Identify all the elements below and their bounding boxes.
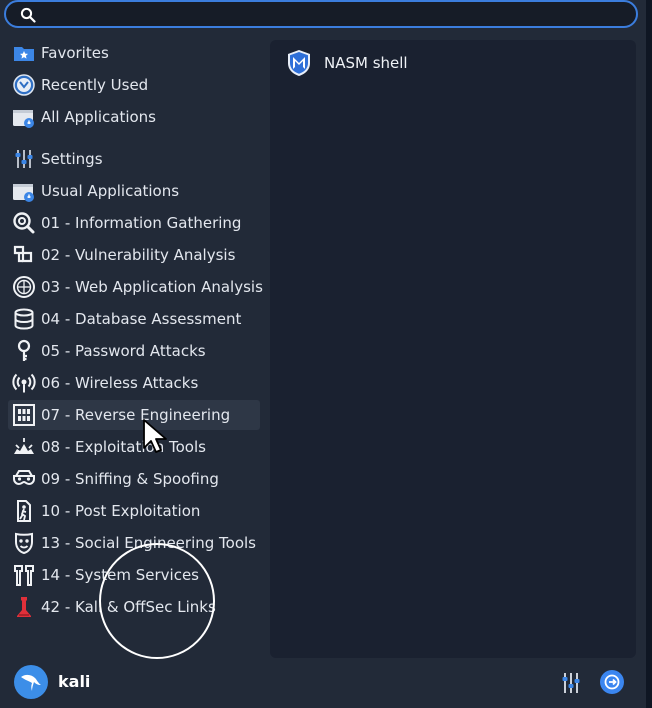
category-web-application-analysis[interactable]: 03 - Web Application Analysis bbox=[8, 272, 263, 302]
sniffing-spoofing-icon bbox=[13, 470, 35, 486]
category-label: 08 - Exploitation Tools bbox=[41, 438, 206, 456]
category-settings[interactable]: Settings bbox=[8, 144, 260, 174]
category-exploitation-tools[interactable]: 08 - Exploitation Tools bbox=[8, 432, 260, 462]
category-usual-applications[interactable]: Usual Applications bbox=[8, 176, 260, 206]
category-label: Settings bbox=[41, 150, 103, 168]
category-label: Usual Applications bbox=[41, 182, 180, 200]
kali-offsec-icon bbox=[17, 597, 31, 617]
wireless-icon bbox=[12, 373, 36, 393]
applications-panel: NASM shell bbox=[270, 40, 636, 658]
kali-dragon-icon bbox=[21, 674, 41, 691]
category-label: 06 - Wireless Attacks bbox=[41, 374, 199, 392]
category-label: Recently Used bbox=[41, 76, 149, 94]
click-highlight-ring bbox=[99, 543, 215, 659]
exit-arrow-icon bbox=[604, 674, 620, 690]
avatar[interactable] bbox=[14, 665, 48, 699]
menu-footer: kali bbox=[0, 660, 646, 708]
user-name: kali bbox=[58, 672, 91, 691]
category-label: 10 - Post Exploitation bbox=[41, 502, 201, 520]
information-gathering-icon bbox=[13, 212, 35, 234]
password-key-icon bbox=[17, 339, 31, 361]
favorites-folder-icon bbox=[14, 47, 34, 61]
category-database-assessment[interactable]: 04 - Database Assessment bbox=[8, 304, 260, 334]
usual-applications-icon bbox=[13, 184, 34, 202]
category-post-exploitation[interactable]: 10 - Post Exploitation bbox=[8, 496, 260, 526]
category-password-attacks[interactable]: 05 - Password Attacks bbox=[8, 336, 260, 366]
category-recently-used[interactable]: Recently Used bbox=[8, 70, 260, 100]
category-reverse-engineering[interactable]: 07 - Reverse Engineering bbox=[8, 400, 260, 430]
category-label: 05 - Password Attacks bbox=[41, 342, 206, 360]
app-nasm-shell[interactable]: NASM shell bbox=[280, 46, 620, 80]
exploitation-tools-icon bbox=[14, 438, 34, 454]
category-label: 01 - Information Gathering bbox=[41, 214, 242, 232]
metasploit-shield-icon bbox=[288, 50, 310, 76]
search-bar[interactable] bbox=[4, 0, 638, 28]
category-label: 07 - Reverse Engineering bbox=[41, 406, 231, 424]
category-label: 03 - Web Application Analysis bbox=[41, 278, 263, 296]
category-information-gathering[interactable]: 01 - Information Gathering bbox=[8, 208, 260, 238]
desktop-edge bbox=[646, 0, 652, 708]
category-label: Favorites bbox=[41, 44, 109, 62]
application-menu: Favorites Recently Used All Applications bbox=[0, 0, 646, 708]
category-label: 02 - Vulnerability Analysis bbox=[41, 246, 236, 264]
category-vulnerability-analysis[interactable]: 02 - Vulnerability Analysis bbox=[8, 240, 260, 270]
category-label: All Applications bbox=[41, 108, 156, 126]
category-label: 09 - Sniffing & Spoofing bbox=[41, 470, 219, 488]
app-label: NASM shell bbox=[324, 54, 408, 72]
post-exploitation-icon bbox=[17, 500, 31, 522]
settings-sliders-icon[interactable] bbox=[558, 670, 584, 696]
vulnerability-analysis-icon bbox=[13, 245, 33, 263]
mouse-cursor-icon bbox=[143, 419, 167, 453]
category-sniffing-spoofing[interactable]: 09 - Sniffing & Spoofing bbox=[8, 464, 260, 494]
search-input[interactable] bbox=[44, 5, 628, 27]
system-services-icon bbox=[14, 565, 34, 586]
category-favorites[interactable]: Favorites bbox=[8, 38, 260, 68]
search-icon bbox=[20, 7, 36, 23]
database-icon bbox=[14, 308, 34, 330]
recently-used-icon bbox=[13, 74, 35, 96]
category-label: 04 - Database Assessment bbox=[41, 310, 242, 328]
all-applications-icon bbox=[13, 110, 34, 128]
web-application-icon bbox=[13, 276, 35, 298]
settings-sliders-icon bbox=[15, 150, 33, 168]
reverse-engineering-icon bbox=[13, 404, 35, 426]
social-engineering-icon bbox=[15, 532, 33, 555]
category-wireless-attacks[interactable]: 06 - Wireless Attacks bbox=[8, 368, 260, 398]
category-all-applications[interactable]: All Applications bbox=[8, 102, 260, 132]
leave-button[interactable] bbox=[600, 670, 624, 694]
